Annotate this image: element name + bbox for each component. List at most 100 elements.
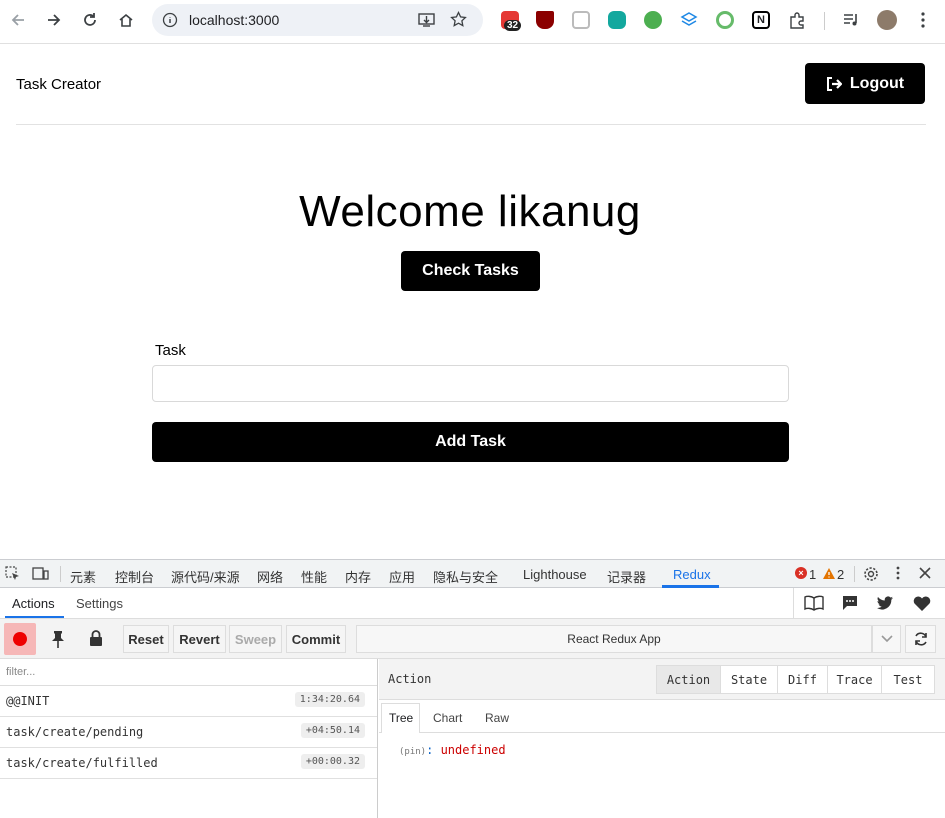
tab-memory[interactable]: 内存: [345, 567, 371, 586]
close-devtools-icon[interactable]: [919, 567, 931, 582]
bookmark-star-icon[interactable]: [450, 10, 467, 33]
commit-button[interactable]: Commit: [286, 625, 346, 653]
extension-badge: 32: [504, 20, 522, 31]
logout-button[interactable]: Logout: [805, 63, 925, 104]
tab-lighthouse[interactable]: Lighthouse: [523, 567, 587, 582]
tab-network[interactable]: 网络: [257, 567, 283, 586]
app-brand[interactable]: Task Creator: [16, 76, 101, 93]
task-label: Task: [155, 342, 186, 359]
action-row[interactable]: @@INIT 1:34:20.64: [0, 686, 377, 717]
instance-dropdown[interactable]: [872, 625, 901, 653]
tab-sources[interactable]: 源代码/来源: [171, 567, 240, 586]
picture-in-picture-icon[interactable]: [572, 11, 590, 29]
action-name: task/create/pending: [6, 725, 144, 739]
tab-application[interactable]: 应用: [389, 567, 415, 586]
profile-avatar[interactable]: [877, 10, 897, 30]
tree-node[interactable]: (pin): undefined: [399, 743, 506, 757]
heart-icon[interactable]: [913, 596, 931, 614]
sync-icon: [914, 632, 927, 646]
tab-elements[interactable]: 元素: [70, 567, 96, 586]
tab-performance[interactable]: 性能: [301, 567, 327, 586]
settings-gear-icon[interactable]: [863, 566, 879, 585]
toolbar-divider: [824, 12, 825, 30]
action-view-button[interactable]: Action: [656, 665, 721, 694]
state-view-button[interactable]: State: [720, 665, 778, 694]
action-row[interactable]: task/create/fulfilled +00:00.32: [0, 748, 377, 779]
forward-icon[interactable]: [42, 8, 66, 32]
diff-view-button[interactable]: Diff: [777, 665, 828, 694]
logout-label: Logout: [849, 74, 905, 92]
pin-icon[interactable]: [50, 630, 66, 651]
home-icon[interactable]: [114, 8, 138, 32]
site-info-icon[interactable]: [162, 12, 178, 33]
tab-console[interactable]: 控制台: [115, 567, 154, 586]
tree-key: (pin): [399, 747, 427, 757]
task-input[interactable]: [152, 365, 789, 402]
tab-privacy-security[interactable]: 隐私与安全: [433, 567, 498, 586]
notion-icon[interactable]: N: [752, 11, 770, 29]
media-control-icon[interactable]: [839, 8, 863, 32]
inspect-element-icon[interactable]: [5, 566, 20, 584]
error-count[interactable]: 1: [809, 567, 816, 582]
lock-icon[interactable]: [89, 630, 103, 649]
devtools-tab-bar: 元素 控制台 源代码/来源 网络 性能 内存 应用 隐私与安全 Lighthou…: [0, 560, 945, 588]
extensions-puzzle-icon[interactable]: [785, 8, 809, 32]
back-icon[interactable]: [6, 8, 30, 32]
inspector-header: Action Action State Diff Trace Test: [379, 659, 945, 700]
globe-extension-icon[interactable]: [644, 11, 662, 29]
action-filter-input[interactable]: filter...: [0, 659, 377, 686]
record-button[interactable]: [4, 623, 36, 655]
action-name: task/create/fulfilled: [6, 756, 158, 770]
devtools-more-icon[interactable]: [896, 566, 900, 583]
subtab-actions[interactable]: Actions: [12, 596, 55, 611]
warning-icon[interactable]: [823, 567, 835, 582]
action-time: +00:00.32: [300, 754, 365, 769]
test-view-button[interactable]: Test: [881, 665, 935, 694]
ublock-icon[interactable]: [536, 11, 554, 29]
action-row[interactable]: task/create/pending +04:50.14: [0, 717, 377, 748]
browser-toolbar: localhost:3000 32 N: [0, 0, 945, 44]
docs-book-icon[interactable]: [804, 595, 824, 614]
sync-button[interactable]: [905, 625, 936, 653]
tab-recorder[interactable]: 记录器: [607, 567, 646, 586]
add-task-button[interactable]: Add Task: [152, 422, 789, 462]
install-app-icon[interactable]: [418, 12, 435, 33]
devtools-panel: 元素 控制台 源代码/来源 网络 性能 内存 应用 隐私与安全 Lighthou…: [0, 559, 945, 818]
twitter-icon[interactable]: [877, 596, 894, 613]
action-time: 1:34:20.64: [294, 692, 365, 707]
check-tasks-button[interactable]: Check Tasks: [401, 251, 540, 291]
layers-extension-icon[interactable]: [680, 11, 698, 29]
tab-divider: [854, 566, 855, 582]
tab-chart[interactable]: Chart: [433, 711, 462, 725]
tab-divider: [60, 566, 61, 582]
address-bar[interactable]: localhost:3000: [152, 4, 483, 36]
chevron-down-icon: [880, 635, 893, 643]
chat-extension-icon[interactable]: [608, 11, 626, 29]
record-icon: [13, 632, 27, 646]
logout-icon: [826, 76, 842, 91]
redux-toolbar: Reset Revert Sweep Commit React Redux Ap…: [0, 619, 945, 659]
reload-icon[interactable]: [78, 8, 102, 32]
feedback-chat-icon[interactable]: [842, 595, 858, 614]
tab-raw[interactable]: Raw: [485, 711, 509, 725]
more-menu-icon[interactable]: [911, 8, 935, 32]
action-list-pane: filter... @@INIT 1:34:20.64 task/create/…: [0, 659, 378, 818]
device-toolbar-icon[interactable]: [32, 566, 49, 584]
trace-view-button[interactable]: Trace: [827, 665, 882, 694]
instance-selector[interactable]: React Redux App: [356, 625, 872, 653]
warning-count[interactable]: 2: [837, 567, 844, 582]
redux-subheader: Actions Settings: [0, 588, 945, 619]
error-icon[interactable]: ×: [795, 567, 807, 579]
reset-button[interactable]: Reset: [123, 625, 169, 653]
subtab-indicator: [5, 616, 64, 618]
revert-button[interactable]: Revert: [173, 625, 226, 653]
subtab-settings[interactable]: Settings: [76, 596, 123, 611]
action-name: @@INIT: [6, 694, 50, 708]
inspector-view-tabs: Tree Chart Raw: [379, 700, 945, 733]
inspector-pane: Action Action State Diff Trace Test Tree…: [379, 659, 945, 818]
tab-redux[interactable]: Redux: [673, 567, 711, 582]
target-extension-icon[interactable]: [716, 11, 734, 29]
subheader-divider: [793, 588, 794, 619]
sweep-button[interactable]: Sweep: [229, 625, 282, 653]
tab-tree[interactable]: Tree: [389, 711, 413, 725]
